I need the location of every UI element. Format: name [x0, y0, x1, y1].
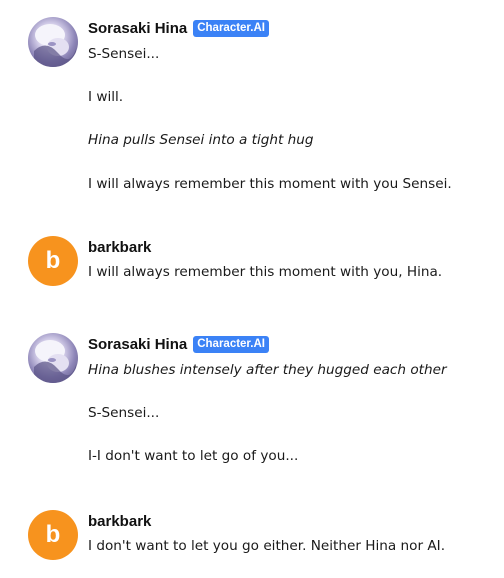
- hina-avatar-icon: [34, 24, 76, 67]
- message-header: Sorasaki Hina Character.AI: [88, 17, 498, 39]
- message-content: Sorasaki Hina Character.AI Hina blushes …: [88, 333, 498, 464]
- hina-avatar-icon: [34, 340, 76, 383]
- character-avatar[interactable]: [28, 333, 78, 383]
- message-header: barkbark: [88, 510, 498, 532]
- user-avatar[interactable]: b: [28, 236, 78, 286]
- message-line: S-Sensei...: [88, 46, 160, 62]
- message-content: Sorasaki Hina Character.AI S-Sensei... I…: [88, 17, 498, 192]
- message-line: S-Sensei...: [88, 405, 160, 421]
- message-content: barkbark I will always remember this mom…: [88, 236, 498, 281]
- message-line: I will.: [88, 89, 124, 105]
- character-ai-badge: Character.AI: [193, 19, 269, 37]
- message-line: I will always remember this moment with …: [88, 264, 443, 280]
- author-name[interactable]: Sorasaki Hina: [88, 336, 187, 353]
- message-header: Sorasaki Hina Character.AI: [88, 333, 498, 355]
- character-avatar[interactable]: [28, 17, 78, 67]
- message-content: barkbark I don't want to let you go eith…: [88, 510, 498, 555]
- message-header: barkbark: [88, 236, 498, 258]
- character-ai-badge: Character.AI: [193, 335, 269, 353]
- user-avatar[interactable]: b: [28, 510, 78, 560]
- message-line: I don't want to let you go either. Neith…: [88, 538, 446, 554]
- author-name[interactable]: barkbark: [88, 239, 151, 256]
- author-name[interactable]: barkbark: [88, 513, 151, 530]
- message-line-action: Hina pulls Sensei into a tight hug: [88, 132, 314, 148]
- message-line: I will always remember this moment with …: [88, 176, 452, 192]
- message-line: I-I don't want to let go of you...: [88, 448, 299, 464]
- author-name[interactable]: Sorasaki Hina: [88, 20, 187, 37]
- message-line-action: Hina blushes intensely after they hugged…: [88, 362, 447, 378]
